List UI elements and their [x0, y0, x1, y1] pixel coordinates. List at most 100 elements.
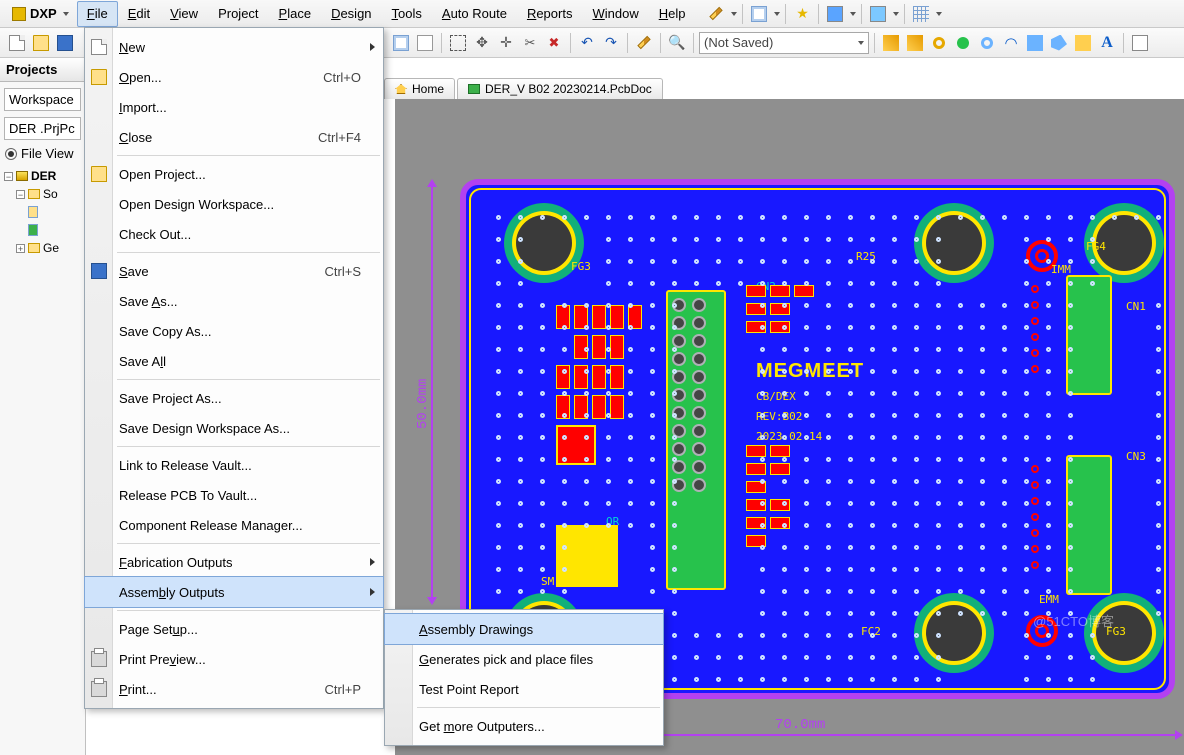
tb-region[interactable] [1072, 32, 1094, 54]
chevron-down-icon[interactable] [774, 12, 780, 16]
menu-design[interactable]: Design [321, 1, 381, 27]
project-tree[interactable]: −DER −So +Ge [4, 167, 81, 257]
mi-fab-outputs[interactable]: Fabrication Outputs [85, 547, 383, 577]
tb-star[interactable]: ★ [791, 3, 813, 25]
saved-state-combo[interactable]: (Not Saved) [699, 32, 869, 54]
mi-close[interactable]: CloseCtrl+F4 [85, 122, 383, 152]
mi-page-setup[interactable]: Page Setup... [85, 614, 383, 644]
menu-view[interactable]: View [160, 1, 208, 27]
mi-open[interactable]: Open...Ctrl+O [85, 62, 383, 92]
tb-grid[interactable] [910, 3, 932, 25]
workspace-field[interactable]: Workspace [4, 88, 81, 111]
tb-move[interactable]: ✥ [471, 32, 493, 54]
chevron-down-icon[interactable] [893, 12, 899, 16]
tb-sheet[interactable] [748, 3, 770, 25]
tree-root[interactable]: −DER [4, 167, 81, 185]
menu-file[interactable]: File [77, 1, 118, 27]
file-view-radio[interactable]: File View [5, 146, 80, 161]
project-field[interactable]: DER .PrjPc [4, 117, 81, 140]
folder-open-icon [91, 69, 107, 85]
text-icon: A [1101, 36, 1113, 50]
mi-test-point[interactable]: Test Point Report [385, 674, 663, 704]
chevron-down-icon [63, 12, 69, 16]
mi-asm-drawings[interactable]: Assembly Drawings [385, 614, 663, 644]
mi-more-outputers[interactable]: Get more Outputers... [385, 711, 663, 741]
file-view-label: File View [21, 146, 74, 161]
tb-sheet2[interactable] [390, 32, 412, 54]
menu-tools[interactable]: Tools [382, 1, 432, 27]
tb-via2[interactable] [952, 32, 974, 54]
mi-save-copy-as[interactable]: Save Copy As... [85, 316, 383, 346]
dxp-label: DXP [30, 6, 57, 21]
menu-reports[interactable]: Reports [517, 1, 583, 27]
menu-project[interactable]: Project [208, 1, 268, 27]
tb-redo[interactable]: ↷ [600, 32, 622, 54]
mi-save-workspace-as[interactable]: Save Design Workspace As... [85, 413, 383, 443]
fill-icon [1027, 35, 1043, 51]
menu-autoroute[interactable]: Auto Route [432, 1, 517, 27]
menu-edit[interactable]: Edit [118, 1, 160, 27]
mi-print[interactable]: Print...Ctrl+P [85, 674, 383, 704]
mi-comp-release[interactable]: Component Release Manager... [85, 510, 383, 540]
mi-release-pcb[interactable]: Release PCB To Vault... [85, 480, 383, 510]
mi-check-out[interactable]: Check Out... [85, 219, 383, 249]
tb-new[interactable] [6, 32, 28, 54]
tb-comp[interactable] [1129, 32, 1151, 54]
sheet-icon [393, 35, 409, 51]
mi-link-vault[interactable]: Link to Release Vault... [85, 450, 383, 480]
tab-home-label: Home [412, 82, 444, 96]
tb-find[interactable]: 🔍 [666, 32, 688, 54]
chevron-down-icon[interactable] [731, 12, 737, 16]
mi-open-workspace[interactable]: Open Design Workspace... [85, 189, 383, 219]
mi-save[interactable]: SaveCtrl+S [85, 256, 383, 286]
tb-via1[interactable] [928, 32, 950, 54]
via-grid [486, 205, 1149, 673]
sheet-icon [751, 6, 767, 22]
tb-pencil[interactable] [705, 3, 727, 25]
tb-target[interactable]: ✛ [495, 32, 517, 54]
tb-arc[interactable]: ◠ [1000, 32, 1022, 54]
mi-import[interactable]: Import... [85, 92, 383, 122]
tb-select[interactable] [447, 32, 469, 54]
pad-icon [957, 37, 969, 49]
tb-save[interactable] [54, 32, 76, 54]
tree-generated[interactable]: +Ge [4, 239, 81, 257]
mi-save-as[interactable]: Save As... [85, 286, 383, 316]
tb-route1[interactable] [880, 32, 902, 54]
pencil-icon [710, 7, 723, 20]
tb-fill[interactable] [1024, 32, 1046, 54]
tree-doc2[interactable] [4, 221, 81, 239]
mi-pick-place[interactable]: Generates pick and place files [385, 644, 663, 674]
tab-pcbdoc[interactable]: DER_V B02 20230214.PcbDoc [457, 78, 663, 99]
menu-place[interactable]: Place [269, 1, 322, 27]
tb-pencil2[interactable] [633, 32, 655, 54]
tb-route2[interactable] [904, 32, 926, 54]
tb-poly[interactable] [1048, 32, 1070, 54]
tree-doc1[interactable] [4, 203, 81, 221]
mi-save-project-as[interactable]: Save Project As... [85, 383, 383, 413]
mi-asm-outputs[interactable]: Assembly Outputs [85, 577, 383, 607]
find-icon: 🔍 [668, 34, 685, 51]
dxp-menu[interactable]: DXP [4, 6, 77, 21]
tb-delete[interactable]: ✖ [543, 32, 565, 54]
tb-open[interactable] [30, 32, 52, 54]
tb-undo[interactable]: ↶ [576, 32, 598, 54]
chevron-down-icon[interactable] [850, 12, 856, 16]
tb-cut[interactable]: ✂ [519, 32, 541, 54]
menu-help[interactable]: Help [649, 1, 696, 27]
mi-new[interactable]: New [85, 32, 383, 62]
chevron-down-icon[interactable] [936, 12, 942, 16]
tab-home[interactable]: Home [384, 78, 455, 99]
tb-text[interactable]: A [1096, 32, 1118, 54]
tb-color2[interactable] [867, 3, 889, 25]
tb-via3[interactable] [976, 32, 998, 54]
menu-window[interactable]: Window [582, 1, 648, 27]
tb-clip[interactable] [414, 32, 436, 54]
mi-save-all[interactable]: Save All [85, 346, 383, 376]
tb-color1[interactable] [824, 3, 846, 25]
tree-sources[interactable]: −So [4, 185, 81, 203]
saved-state-text: (Not Saved) [704, 35, 773, 50]
mi-open-project[interactable]: Open Project... [85, 159, 383, 189]
mi-print-preview[interactable]: Print Preview... [85, 644, 383, 674]
document-tabs: Home DER_V B02 20230214.PcbDoc [384, 75, 663, 99]
